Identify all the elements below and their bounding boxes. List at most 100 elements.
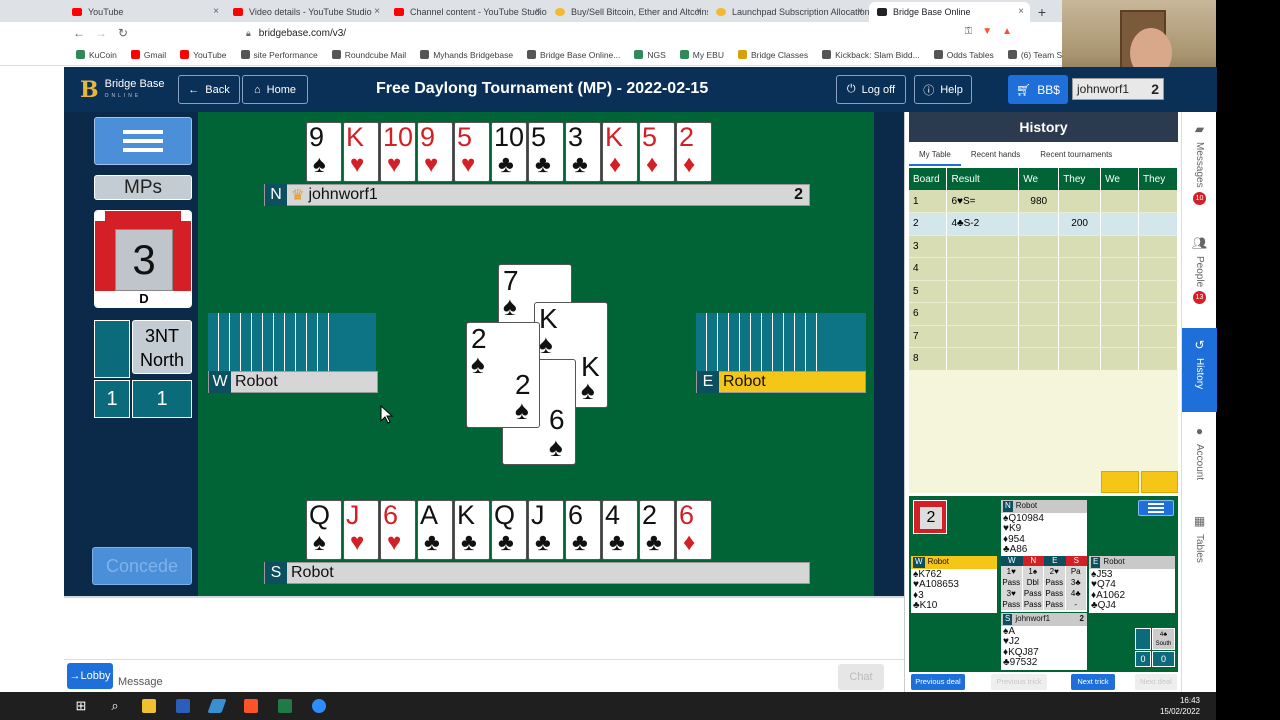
history-row[interactable]: 3 [909, 235, 1178, 258]
history-row[interactable]: 7 [909, 325, 1178, 348]
username-field[interactable]: johnworf1 2 [1072, 78, 1164, 100]
history-row[interactable]: 1 6♥S= 980 [909, 190, 1178, 213]
browser-tab[interactable]: Video details - YouTube Studio × [225, 2, 386, 22]
bookmark-item[interactable]: Roundcube Mail [331, 50, 406, 60]
hand-record-menu-button[interactable] [1138, 500, 1174, 516]
previous-deal-button[interactable]: Previous deal [911, 674, 965, 690]
word-icon[interactable] [166, 692, 200, 720]
playing-card[interactable]: J ♥ [343, 500, 379, 560]
bb-dollars-button[interactable]: 🛒︎ BB$ [1008, 75, 1068, 104]
close-icon[interactable]: × [857, 6, 863, 17]
bookmark-item[interactable]: Kickback: Slam Bidd... [822, 50, 920, 60]
table-menu-button[interactable] [94, 117, 192, 165]
playing-card[interactable]: 5 ♦ [639, 122, 675, 182]
tab-recent-tournaments[interactable]: Recent tournaments [1030, 144, 1122, 166]
bookmark-item[interactable]: Gmail [130, 50, 166, 60]
message-input[interactable]: Message [118, 676, 163, 688]
playing-card[interactable]: K ♥ [343, 122, 379, 182]
back-button[interactable]: ← Back [178, 75, 240, 104]
bookmark-item[interactable]: My EBU [679, 50, 724, 60]
previous-trick-button[interactable]: Previous trick [991, 674, 1047, 690]
close-icon[interactable]: × [213, 6, 219, 17]
playing-card[interactable]: Q ♣ [491, 500, 527, 560]
playing-card[interactable]: A ♣ [417, 500, 453, 560]
playing-card[interactable]: 3 ♣ [565, 122, 601, 182]
history-row[interactable]: 5 [909, 280, 1178, 303]
bookmark-item[interactable]: Odds Tables [933, 50, 994, 60]
home-button[interactable]: ⌂ Home [242, 75, 308, 104]
player-name[interactable]: Robot [291, 564, 334, 582]
close-icon[interactable]: × [535, 6, 541, 17]
tab-tables[interactable]: ▦ Tables [1182, 514, 1217, 584]
back-arrow-icon[interactable]: ← [68, 26, 90, 40]
tab-people[interactable]: 👥︎ People 13 [1182, 236, 1217, 326]
playing-card[interactable]: 10 ♥ [380, 122, 416, 182]
playing-card[interactable]: 6 ♥ [380, 500, 416, 560]
system-clock[interactable]: 16:43 15/02/2022 [1160, 695, 1200, 717]
chat-send-button[interactable]: Chat [838, 664, 884, 690]
next-trick-button[interactable]: Next trick [1071, 674, 1115, 690]
playing-card[interactable]: 10 ♣ [491, 122, 527, 182]
browser-tab-active[interactable]: Bridge Base Online × [869, 2, 1030, 22]
url-field[interactable]: 🔒︎ bridgebase.com/v3/ [246, 28, 346, 39]
player-name[interactable]: Robot [235, 373, 278, 391]
reload-icon[interactable]: ↻ [112, 26, 134, 40]
bookmark-item[interactable]: Myhands Bridgebase [420, 50, 513, 60]
logoff-button[interactable]: ⏻ Log off [836, 75, 906, 104]
playing-card[interactable]: 4 ♣ [602, 500, 638, 560]
tab-messages[interactable]: ▰ Messages 10 [1182, 122, 1217, 228]
close-icon[interactable]: × [696, 6, 702, 17]
player-name[interactable]: johnworf1 [308, 186, 377, 204]
card-suit: ♣ [498, 151, 514, 178]
bookmark-item[interactable]: site Performance [240, 50, 318, 60]
excel-icon[interactable] [268, 692, 302, 720]
tab-history[interactable]: ↺ History [1182, 328, 1217, 412]
playing-card[interactable]: 6 ♦ [676, 500, 712, 560]
next-deal-button[interactable]: Next deal [1135, 674, 1177, 690]
playing-card[interactable]: 5 ♣ [528, 122, 564, 182]
bookmark-item[interactable]: NGS [634, 50, 666, 60]
history-row[interactable]: 6 [909, 302, 1178, 326]
browser-tab[interactable]: Channel content - YouTube Studio × [386, 2, 547, 22]
tab-account[interactable]: ● Account [1182, 424, 1217, 504]
bookmark-item[interactable]: Bridge Classes [737, 50, 808, 60]
playing-card[interactable]: K ♣ [454, 500, 490, 560]
app-icon[interactable] [200, 692, 234, 720]
playing-card[interactable]: 2 ♦ [676, 122, 712, 182]
forward-arrow-icon[interactable]: → [90, 26, 112, 40]
playing-card[interactable]: 5 ♥ [454, 122, 490, 182]
browser-tab[interactable]: Launchpad Subscription Allocation C × [708, 2, 869, 22]
concede-button[interactable]: Concede [92, 547, 192, 585]
playing-card[interactable]: J ♣ [528, 500, 564, 560]
brave-browser-icon[interactable] [234, 692, 268, 720]
playing-card[interactable]: K ♦ [602, 122, 638, 182]
search-icon[interactable]: ⌕ [98, 692, 132, 720]
bookmark-item[interactable]: Bridge Base Online... [527, 50, 620, 60]
bookmark-item[interactable]: YouTube [180, 50, 227, 60]
brave-rewards-icon[interactable]: ▲ [1002, 26, 1012, 37]
tab-my-table[interactable]: My Table [909, 144, 961, 166]
playing-card[interactable]: 9 ♠ [306, 122, 342, 182]
zoom-icon[interactable] [302, 692, 336, 720]
tab-recent-hands[interactable]: Recent hands [961, 144, 1030, 166]
help-button[interactable]: ⓘ Help [914, 75, 972, 104]
playing-card[interactable]: 9 ♥ [417, 122, 453, 182]
lobby-button[interactable]: →Lobby [67, 663, 113, 689]
key-icon[interactable]: ⚿ [965, 26, 973, 37]
bookmark-item[interactable]: KuCoin [76, 50, 117, 60]
file-explorer-icon[interactable] [132, 692, 166, 720]
playing-card[interactable]: Q ♠ [306, 500, 342, 560]
brave-shield-icon[interactable]: ▼ [982, 26, 992, 37]
player-name[interactable]: Robot [723, 373, 766, 391]
windows-start-icon[interactable]: ⊞ [64, 692, 98, 720]
new-tab-button[interactable]: + [1030, 2, 1054, 22]
playing-card[interactable]: 6 ♣ [565, 500, 601, 560]
close-icon[interactable]: × [1018, 6, 1024, 17]
history-row[interactable]: 2 4♣S-2 200 [909, 212, 1178, 236]
playing-card[interactable]: 2 ♣ [639, 500, 675, 560]
browser-tab[interactable]: YouTube × [64, 2, 225, 22]
browser-tab[interactable]: Buy/Sell Bitcoin, Ether and Altcoins | C… [547, 2, 708, 22]
close-icon[interactable]: × [374, 6, 380, 17]
history-row[interactable]: 8 [909, 347, 1178, 371]
history-row[interactable]: 4 [909, 257, 1178, 281]
